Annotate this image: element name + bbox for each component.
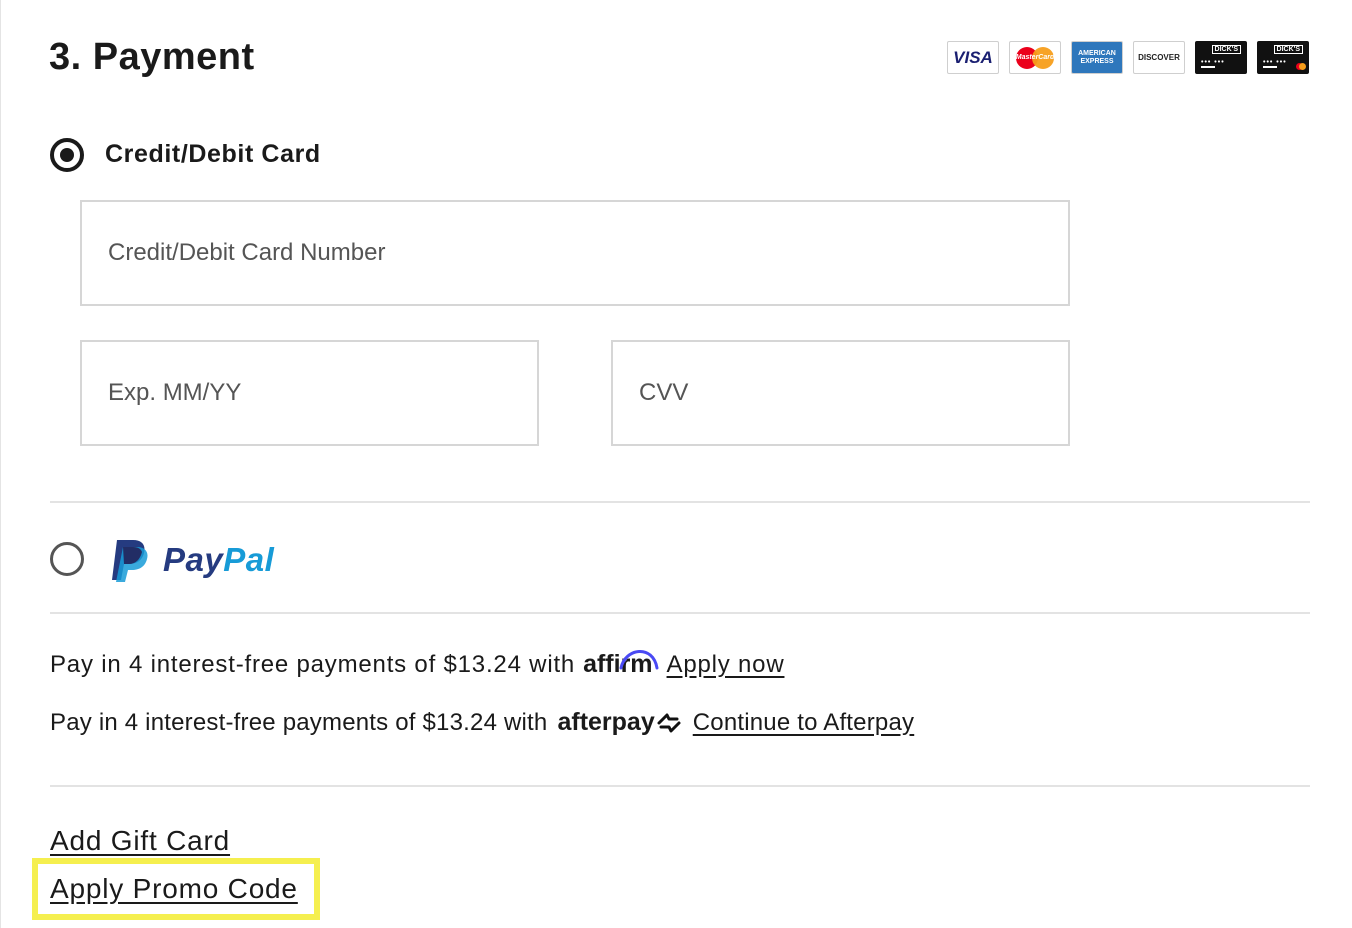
divider — [50, 612, 1310, 614]
afterpay-logo: afterpay — [557, 708, 682, 737]
divider — [50, 785, 1310, 787]
dicks-card-logo: DICK'S ••• ••• — [1195, 41, 1247, 74]
expiration-field[interactable] — [80, 340, 539, 446]
afterpay-arrows-icon — [657, 713, 681, 732]
paypal-p-icon — [112, 540, 148, 582]
paypal-logo[interactable]: PayPal — [111, 538, 274, 582]
radio-selected-dot — [60, 148, 74, 162]
page-title: 3. Payment — [49, 36, 255, 78]
paypal-pay-text: Pay — [163, 541, 224, 578]
mastercard-text: MasterCard — [1015, 54, 1055, 61]
cvv-field[interactable] — [611, 340, 1070, 446]
affirm-row: Pay in 4 interest-free payments of $13.2… — [50, 650, 784, 679]
discover-logo: DISCOVER — [1133, 41, 1185, 74]
mastercard-logo: MasterCard — [1009, 41, 1061, 74]
visa-logo: VISA — [947, 41, 999, 74]
visa-text: VISA — [953, 47, 993, 67]
add-gift-card-link[interactable]: Add Gift Card — [50, 825, 230, 857]
affirm-text: Pay in 4 interest-free payments of $13.2… — [50, 650, 576, 678]
apply-promo-code-link[interactable]: Apply Promo Code — [50, 873, 298, 905]
paypal-pal-text: Pal — [223, 541, 275, 578]
paypal-radio[interactable] — [50, 542, 84, 576]
affirm-arc-icon — [619, 650, 659, 670]
expiration-input[interactable] — [82, 342, 537, 444]
afterpay-continue-link[interactable]: Continue to Afterpay — [693, 709, 914, 737]
affirm-logo: affirm — [583, 650, 659, 679]
card-number-field[interactable] — [80, 200, 1070, 306]
credit-card-label[interactable]: Credit/Debit Card — [105, 140, 321, 169]
afterpay-text: Pay in 4 interest-free payments of $13.2… — [50, 708, 548, 736]
amex-text: AMERICAN EXPRESS — [1078, 49, 1116, 65]
affirm-apply-link[interactable]: Apply now — [667, 651, 785, 679]
card-number-input[interactable] — [82, 202, 1068, 304]
amex-logo: AMERICAN EXPRESS — [1071, 41, 1123, 74]
dicks-mastercard-text: DICK'S — [1273, 45, 1303, 54]
dicks-card-text: DICK'S — [1211, 45, 1241, 54]
payment-section: 3. Payment VISA MasterCard AMERICAN EXPR… — [0, 0, 1352, 928]
cvv-input[interactable] — [613, 342, 1068, 444]
dicks-mastercard-logo: DICK'S ••• ••• — [1257, 41, 1309, 74]
paypal-wordmark: PayPal — [163, 541, 274, 579]
credit-card-radio[interactable] — [50, 138, 84, 172]
accepted-cards: VISA MasterCard AMERICAN EXPRESS DISCOVE… — [947, 41, 1309, 74]
afterpay-brand-text: afterpay — [557, 708, 655, 736]
discover-text: DISCOVER — [1138, 53, 1180, 62]
divider — [50, 501, 1310, 503]
afterpay-row: Pay in 4 interest-free payments of $13.2… — [50, 708, 914, 737]
